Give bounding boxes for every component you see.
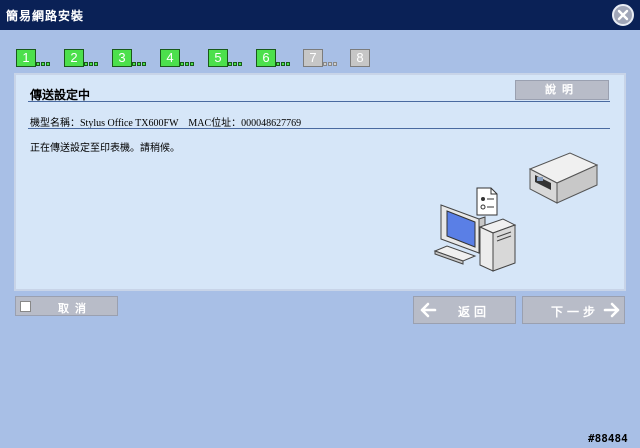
step-7: 7 (303, 49, 323, 67)
close-icon (617, 9, 629, 21)
step-2-progress (84, 62, 101, 68)
document-icon (476, 187, 498, 216)
next-label: 下一步 (551, 305, 600, 319)
computer-icon (433, 204, 517, 272)
divider (28, 101, 610, 102)
close-button[interactable] (612, 4, 634, 26)
step-7-progress (323, 62, 340, 68)
step-6: 6 (256, 49, 276, 67)
watermark: #88484 (588, 432, 628, 445)
next-button[interactable]: 下一步 (522, 296, 625, 324)
cancel-label: 取消 (58, 302, 92, 315)
step-4: 4 (160, 49, 180, 67)
step-6-progress (276, 62, 293, 68)
illustration (433, 152, 599, 272)
step-3-progress (132, 62, 149, 68)
help-button[interactable]: 說明 (515, 80, 609, 100)
step-3: 3 (112, 49, 132, 67)
title-bar: 簡易網路安裝 (0, 0, 640, 30)
left-arrow-icon (420, 302, 437, 318)
step-5-progress (228, 62, 245, 68)
step-8: 8 (350, 49, 370, 67)
back-label: 返回 (458, 305, 491, 319)
back-button[interactable]: 返回 (413, 296, 516, 324)
divider (28, 128, 610, 129)
printer-icon (528, 152, 599, 204)
checkbox-icon (20, 301, 31, 312)
status-message: 正在傳送設定至印表機。請稍候。 (30, 143, 180, 154)
step-1: 1 (16, 49, 36, 67)
step-5: 5 (208, 49, 228, 67)
installer-window: 簡易網路安裝 1 2 3 4 5 6 7 8 傳送設定中 說明 機型名稱：Sty… (0, 0, 640, 448)
model-info: 機型名稱：Stylus Office TX600FW MAC位址：0000486… (30, 118, 302, 129)
window-title: 簡易網路安裝 (6, 9, 85, 23)
step-1-progress (36, 62, 53, 68)
step-4-progress (180, 62, 197, 68)
step-2: 2 (64, 49, 84, 67)
cancel-button[interactable]: 取消 (15, 296, 118, 316)
right-arrow-icon (603, 302, 620, 318)
